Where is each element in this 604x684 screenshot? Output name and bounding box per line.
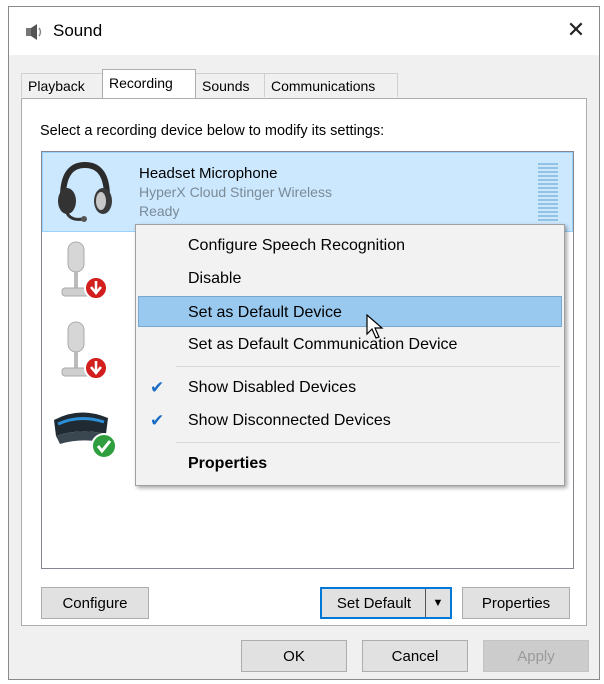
apply-button[interactable]: Apply	[483, 640, 589, 672]
menu-item-label: Configure Speech Recognition	[188, 237, 406, 254]
set-default-label: Set Default	[336, 594, 412, 612]
menu-separator	[176, 366, 560, 367]
tab-playback[interactable]: Playback	[21, 73, 103, 97]
microphone-disabled-icon	[61, 321, 108, 380]
tab-communications[interactable]: Communications	[264, 73, 398, 97]
checkmark-icon: ✔	[150, 411, 165, 430]
menu-item-disable[interactable]: Disable	[138, 263, 562, 294]
device-status: Ready	[139, 203, 180, 219]
menu-item-label: Set as Default Device	[188, 304, 342, 321]
close-button[interactable]: ✕	[553, 7, 599, 53]
window-title: Sound	[53, 21, 103, 40]
ok-button[interactable]: OK	[241, 640, 347, 672]
menu-item-label: Properties	[188, 455, 268, 472]
speaker-icon	[26, 24, 42, 40]
tab-sounds[interactable]: Sounds	[195, 73, 265, 97]
menu-item-label: Show Disconnected Devices	[188, 412, 391, 429]
menu-item-set-default-device[interactable]: Set as Default Device	[138, 296, 562, 327]
menu-separator	[176, 442, 560, 443]
microphone-disabled-icon	[61, 241, 108, 300]
mouse-pointer-icon	[366, 314, 384, 339]
instruction-text: Select a recording device below to modif…	[40, 123, 385, 139]
menu-item-show-disabled[interactable]: ✔ Show Disabled Devices	[138, 372, 562, 403]
device-name: Headset Microphone	[139, 165, 278, 182]
webcam-default-icon	[54, 412, 117, 459]
menu-item-label: Set as Default Communication Device	[188, 336, 458, 353]
context-menu: Configure Speech Recognition Disable Set…	[135, 224, 565, 486]
chevron-down-icon[interactable]: ▼	[425, 589, 450, 617]
tab-recording[interactable]: Recording	[102, 69, 196, 98]
set-default-button[interactable]: Set Default ▼	[320, 587, 452, 619]
title-bar: Sound ✕	[9, 7, 599, 55]
checkmark-icon: ✔	[150, 378, 165, 397]
properties-button[interactable]: Properties	[462, 587, 570, 619]
menu-item-label: Show Disabled Devices	[188, 379, 357, 396]
menu-item-set-default-communication[interactable]: Set as Default Communication Device	[138, 329, 562, 360]
menu-item-properties[interactable]: Properties	[138, 448, 562, 479]
headset-icon	[58, 161, 112, 222]
cancel-button[interactable]: Cancel	[362, 640, 468, 672]
level-meter	[538, 163, 558, 223]
device-row-headset[interactable]: Headset Microphone HyperX Cloud Stinger …	[42, 152, 573, 232]
device-subtitle: HyperX Cloud Stinger Wireless	[139, 184, 332, 200]
menu-item-configure-speech[interactable]: Configure Speech Recognition	[138, 230, 562, 261]
menu-item-label: Disable	[188, 270, 242, 287]
menu-item-show-disconnected[interactable]: ✔ Show Disconnected Devices	[138, 405, 562, 436]
configure-button[interactable]: Configure	[41, 587, 149, 619]
